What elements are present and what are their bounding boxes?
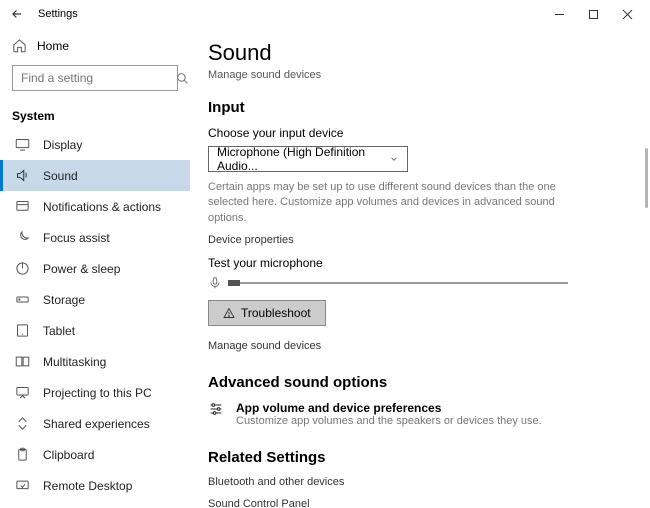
mic-level-bar xyxy=(228,282,568,284)
sidebar-item-label: Tablet xyxy=(43,324,75,338)
sidebar-item-label: Multitasking xyxy=(43,355,106,369)
sidebar-item-label: Power & sleep xyxy=(43,262,120,276)
home-icon xyxy=(12,38,27,53)
sidebar-section: System xyxy=(0,101,190,129)
sidebar-item-shared[interactable]: Shared experiences xyxy=(0,408,190,439)
window-title: Settings xyxy=(38,8,78,20)
sidebar-item-tablet[interactable]: Tablet xyxy=(0,315,190,346)
app-volume-row[interactable]: App volume and device preferences Custom… xyxy=(208,401,632,427)
close-button[interactable] xyxy=(622,9,636,20)
sidebar-item-storage[interactable]: Storage xyxy=(0,284,190,315)
remote-icon xyxy=(15,478,31,493)
sidebar-item-display[interactable]: Display xyxy=(0,129,190,160)
sidebar-home[interactable]: Home xyxy=(0,32,190,59)
sidebar-item-label: Storage xyxy=(43,293,85,307)
sidebar-item-multitasking[interactable]: Multitasking xyxy=(0,346,190,377)
projecting-icon xyxy=(15,385,31,400)
warning-icon xyxy=(223,307,235,319)
app-volume-sub: Customize app volumes and the speakers o… xyxy=(236,415,542,427)
power-icon xyxy=(15,261,31,276)
app-volume-title: App volume and device preferences xyxy=(236,401,542,415)
sidebar-item-label: Projecting to this PC xyxy=(43,386,152,400)
test-mic-label: Test your microphone xyxy=(208,256,632,270)
sound-icon xyxy=(15,168,31,183)
page-title: Sound xyxy=(208,40,632,66)
microphone-icon xyxy=(208,276,222,290)
multitasking-icon xyxy=(15,354,31,369)
sidebar-item-label: Sound xyxy=(43,169,78,183)
shared-icon xyxy=(15,416,31,431)
manage-devices-link[interactable]: Manage sound devices xyxy=(208,340,632,352)
sidebar-item-label: Clipboard xyxy=(43,448,94,462)
minimize-button[interactable] xyxy=(554,9,568,20)
sidebar-item-projecting[interactable]: Projecting to this PC xyxy=(0,377,190,408)
sidebar-item-sound[interactable]: Sound xyxy=(0,160,190,191)
sliders-icon xyxy=(208,401,226,417)
choose-input-label: Choose your input device xyxy=(208,126,632,140)
sidebar-item-label: Remote Desktop xyxy=(43,479,132,493)
related-heading: Related Settings xyxy=(208,449,632,466)
device-properties-link[interactable]: Device properties xyxy=(208,234,632,246)
sidebar-item-label: Shared experiences xyxy=(43,417,150,431)
related-sound-control[interactable]: Sound Control Panel xyxy=(208,498,632,508)
input-heading: Input xyxy=(208,99,632,116)
sidebar: Home System Display Sound Notification xyxy=(0,28,190,508)
input-device-value: Microphone (High Definition Audio... xyxy=(217,145,389,173)
sidebar-item-remote[interactable]: Remote Desktop xyxy=(0,470,190,501)
sidebar-item-label: Display xyxy=(43,138,82,152)
storage-icon xyxy=(15,292,31,307)
tablet-icon xyxy=(15,323,31,338)
help-text: Certain apps may be set up to use differ… xyxy=(208,180,588,226)
advanced-heading: Advanced sound options xyxy=(208,374,632,391)
sidebar-home-label: Home xyxy=(37,39,69,53)
chevron-down-icon xyxy=(389,154,399,164)
sidebar-item-label: Notifications & actions xyxy=(43,200,161,214)
clipboard-icon xyxy=(15,447,31,462)
search-icon xyxy=(176,72,189,85)
sidebar-item-notifications[interactable]: Notifications & actions xyxy=(0,191,190,222)
content-area: Sound Manage sound devices Input Choose … xyxy=(190,28,650,508)
search-input[interactable] xyxy=(12,65,178,91)
scrollbar[interactable] xyxy=(645,148,648,208)
back-button[interactable] xyxy=(10,7,30,21)
page-subtitle: Manage sound devices xyxy=(208,69,632,81)
moon-icon xyxy=(15,230,31,245)
sidebar-item-focus-assist[interactable]: Focus assist xyxy=(0,222,190,253)
related-bluetooth[interactable]: Bluetooth and other devices xyxy=(208,476,632,488)
sidebar-item-label: Focus assist xyxy=(43,231,110,245)
input-device-dropdown[interactable]: Microphone (High Definition Audio... xyxy=(208,146,408,172)
notifications-icon xyxy=(15,199,31,214)
sidebar-item-clipboard[interactable]: Clipboard xyxy=(0,439,190,470)
display-icon xyxy=(15,137,31,152)
maximize-button[interactable] xyxy=(588,9,602,20)
troubleshoot-button[interactable]: Troubleshoot xyxy=(208,300,326,326)
sidebar-item-power[interactable]: Power & sleep xyxy=(0,253,190,284)
